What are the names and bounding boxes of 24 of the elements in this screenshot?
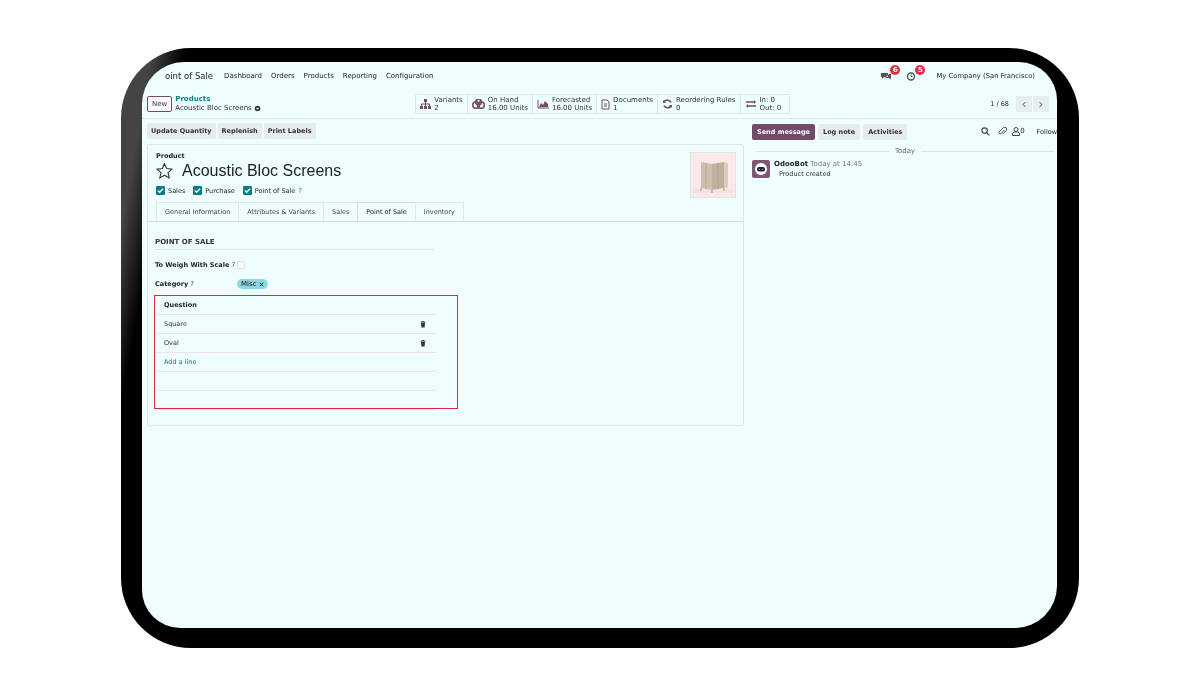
refresh-icon [662, 99, 674, 109]
chat-icon[interactable] [881, 71, 892, 81]
clock-icon[interactable] [906, 71, 916, 81]
cubes-icon [471, 99, 485, 109]
product-name: Acoustic Bloc Screens [182, 162, 342, 180]
checkbox[interactable] [193, 186, 203, 195]
area-chart-icon [536, 99, 549, 109]
chevron-right-icon [1039, 99, 1043, 109]
person-icon[interactable] [1012, 127, 1021, 136]
trash-icon[interactable] [420, 339, 426, 347]
transfer-arrows-icon [744, 99, 757, 109]
trash-icon[interactable] [420, 320, 426, 328]
paperclip-icon[interactable] [998, 127, 1008, 136]
checkbox[interactable] [156, 186, 165, 195]
checkbox[interactable] [242, 186, 252, 195]
search-icon[interactable] [981, 127, 991, 136]
hierarchy-icon [420, 99, 432, 109]
bot-avatar-icon [752, 160, 770, 178]
gear-icon[interactable] [253, 105, 261, 112]
close-icon[interactable] [259, 281, 265, 287]
app-title[interactable]: oint of Sale [165, 71, 214, 81]
document-icon [601, 98, 611, 110]
star-icon[interactable] [156, 163, 173, 179]
chevron-left-icon [1022, 99, 1026, 109]
